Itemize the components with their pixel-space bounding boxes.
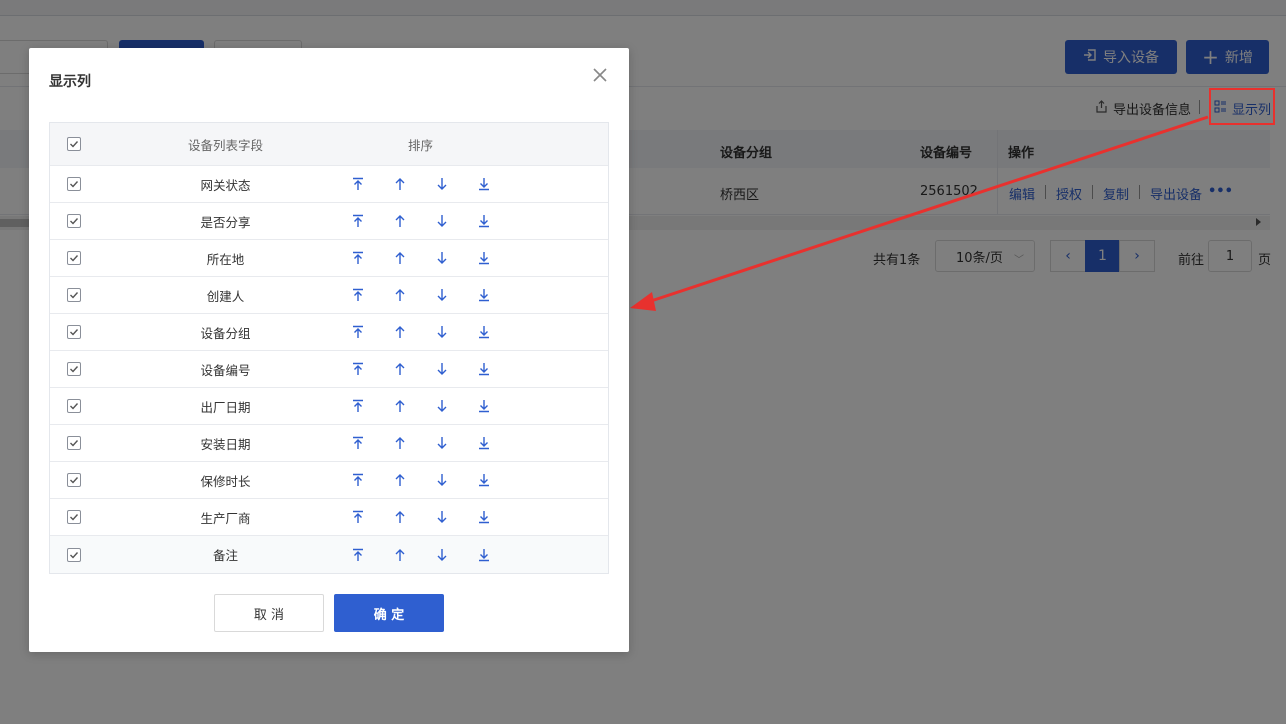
move-top-icon[interactable] bbox=[346, 469, 370, 491]
move-up-icon[interactable] bbox=[388, 284, 412, 306]
move-bottom-icon[interactable] bbox=[472, 506, 496, 528]
select-all-checkbox[interactable] bbox=[67, 137, 81, 151]
move-top-icon[interactable] bbox=[346, 358, 370, 380]
column-row: 所在地 bbox=[50, 240, 608, 277]
move-top-icon[interactable] bbox=[346, 544, 370, 566]
move-bottom-icon[interactable] bbox=[472, 210, 496, 232]
column-row: 保修时长 bbox=[50, 462, 608, 499]
columns-table-header: 设备列表字段 排序 bbox=[50, 123, 608, 166]
move-top-icon[interactable] bbox=[346, 395, 370, 417]
column-row: 设备编号 bbox=[50, 351, 608, 388]
column-label: 安装日期 bbox=[200, 436, 251, 452]
column-label: 网关状态 bbox=[200, 177, 251, 193]
column-row: 是否分享 bbox=[50, 203, 608, 240]
move-bottom-icon[interactable] bbox=[472, 358, 496, 380]
column-checkbox[interactable] bbox=[67, 399, 81, 413]
column-label: 所在地 bbox=[206, 251, 245, 267]
close-icon[interactable] bbox=[591, 66, 609, 84]
move-up-icon[interactable] bbox=[388, 469, 412, 491]
move-down-icon[interactable] bbox=[430, 544, 454, 566]
move-up-icon[interactable] bbox=[388, 395, 412, 417]
move-bottom-icon[interactable] bbox=[472, 321, 496, 343]
column-checkbox[interactable] bbox=[67, 251, 81, 265]
move-up-icon[interactable] bbox=[388, 432, 412, 454]
column-row: 备注 bbox=[50, 536, 608, 573]
column-label: 创建人 bbox=[206, 288, 245, 304]
field-column-header: 设备列表字段 bbox=[187, 137, 263, 153]
move-bottom-icon[interactable] bbox=[472, 395, 496, 417]
move-top-icon[interactable] bbox=[346, 247, 370, 269]
column-label: 是否分享 bbox=[200, 214, 251, 230]
column-checkbox[interactable] bbox=[67, 510, 81, 524]
column-row: 安装日期 bbox=[50, 425, 608, 462]
column-row: 网关状态 bbox=[50, 166, 608, 203]
move-up-icon[interactable] bbox=[388, 321, 412, 343]
move-down-icon[interactable] bbox=[430, 284, 454, 306]
move-top-icon[interactable] bbox=[346, 321, 370, 343]
column-row: 创建人 bbox=[50, 277, 608, 314]
move-up-icon[interactable] bbox=[388, 358, 412, 380]
move-down-icon[interactable] bbox=[430, 321, 454, 343]
column-checkbox[interactable] bbox=[67, 436, 81, 450]
column-label: 设备编号 bbox=[200, 362, 251, 378]
cancel-button[interactable]: 取 消 bbox=[214, 594, 324, 632]
column-label: 保修时长 bbox=[200, 473, 251, 489]
move-up-icon[interactable] bbox=[388, 173, 412, 195]
column-checkbox[interactable] bbox=[67, 547, 81, 562]
move-down-icon[interactable] bbox=[430, 247, 454, 269]
column-label: 设备分组 bbox=[200, 325, 251, 341]
move-bottom-icon[interactable] bbox=[472, 247, 496, 269]
move-bottom-icon[interactable] bbox=[472, 469, 496, 491]
column-label: 出厂日期 bbox=[200, 399, 251, 415]
move-top-icon[interactable] bbox=[346, 432, 370, 454]
move-bottom-icon[interactable] bbox=[472, 173, 496, 195]
move-down-icon[interactable] bbox=[430, 210, 454, 232]
dialog-title: 显示列 bbox=[49, 74, 91, 90]
column-checkbox[interactable] bbox=[67, 177, 81, 191]
column-checkbox[interactable] bbox=[67, 288, 81, 302]
move-top-icon[interactable] bbox=[346, 173, 370, 195]
move-down-icon[interactable] bbox=[430, 358, 454, 380]
move-up-icon[interactable] bbox=[388, 247, 412, 269]
move-top-icon[interactable] bbox=[346, 210, 370, 232]
move-up-icon[interactable] bbox=[388, 544, 412, 566]
dialog-footer: 取 消 确 定 bbox=[29, 594, 629, 632]
column-checkbox[interactable] bbox=[67, 214, 81, 228]
column-label: 生产厂商 bbox=[200, 510, 251, 526]
columns-table: 设备列表字段 排序 网关状态是否分享所在地创建人设备分组设备编号出厂日期安装日期… bbox=[49, 122, 609, 574]
column-checkbox[interactable] bbox=[67, 325, 81, 339]
column-label: 备注 bbox=[212, 548, 238, 563]
move-up-icon[interactable] bbox=[388, 210, 412, 232]
move-bottom-icon[interactable] bbox=[472, 284, 496, 306]
move-down-icon[interactable] bbox=[430, 432, 454, 454]
move-down-icon[interactable] bbox=[430, 173, 454, 195]
column-row: 出厂日期 bbox=[50, 388, 608, 425]
highlight-box-overlay bbox=[1209, 88, 1275, 125]
sort-column-header: 排序 bbox=[407, 137, 433, 153]
column-checkbox[interactable] bbox=[67, 473, 81, 487]
column-row: 生产厂商 bbox=[50, 499, 608, 536]
confirm-button[interactable]: 确 定 bbox=[334, 594, 444, 632]
show-columns-dialog: 显示列 设备列表字段 排序 网关状态是否分享所在地创建人设备分组设备编号出厂日期… bbox=[29, 48, 629, 652]
move-bottom-icon[interactable] bbox=[472, 432, 496, 454]
move-top-icon[interactable] bbox=[346, 506, 370, 528]
move-down-icon[interactable] bbox=[430, 506, 454, 528]
move-down-icon[interactable] bbox=[430, 395, 454, 417]
column-row: 设备分组 bbox=[50, 314, 608, 351]
move-down-icon[interactable] bbox=[430, 469, 454, 491]
move-bottom-icon[interactable] bbox=[472, 544, 496, 566]
move-up-icon[interactable] bbox=[388, 506, 412, 528]
column-checkbox[interactable] bbox=[67, 362, 81, 376]
move-top-icon[interactable] bbox=[346, 284, 370, 306]
